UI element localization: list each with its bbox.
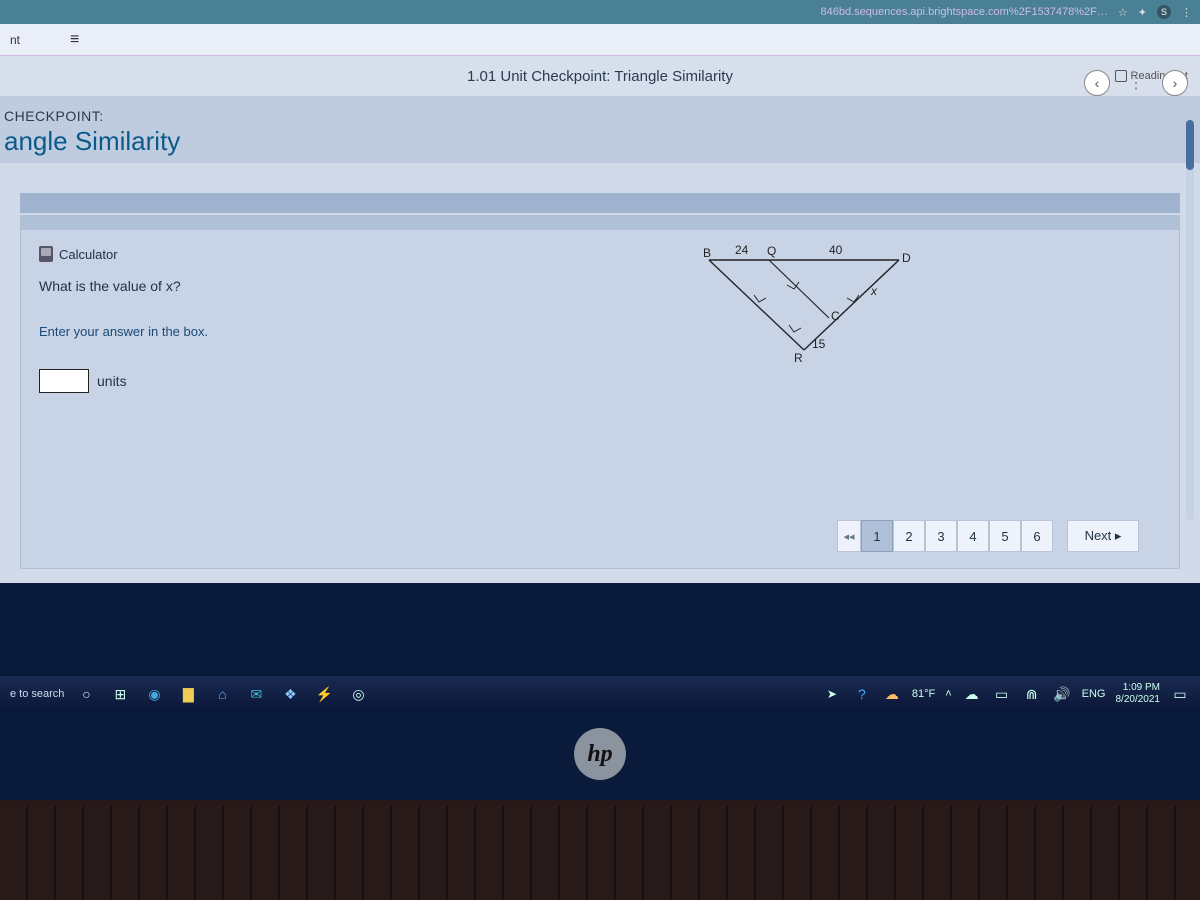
nav-arrows: ‹ ⋮ › bbox=[1084, 70, 1188, 96]
triangle-diagram: B Q D C R 24 40 15 x bbox=[699, 240, 919, 380]
content-wrap: Calculator What is the value of x? Enter… bbox=[0, 163, 1200, 583]
file-explorer-icon[interactable]: ▇ bbox=[178, 684, 198, 704]
pager-page-5[interactable]: 5 bbox=[989, 520, 1021, 552]
nav-prev-button[interactable]: ‹ bbox=[1084, 70, 1110, 96]
dropbox-icon[interactable]: ❖ bbox=[280, 684, 300, 704]
language-label[interactable]: ENG bbox=[1082, 688, 1106, 700]
winamp-icon[interactable]: ⚡ bbox=[314, 684, 334, 704]
profile-icon[interactable]: S bbox=[1157, 5, 1171, 19]
pager-next-button[interactable]: Next ▸ bbox=[1067, 520, 1139, 552]
vertex-C: C bbox=[831, 309, 840, 323]
bookmark-star-icon[interactable]: ☆ bbox=[1118, 6, 1128, 19]
length-QD: 40 bbox=[829, 243, 843, 257]
system-tray: ➤ ? ☁ 81°F ˄ ☁ ▭ ⋒ 🔊 ENG 1:09 PM 8/20/20… bbox=[822, 682, 1190, 706]
volume-icon[interactable]: 🔊 bbox=[1052, 684, 1072, 704]
taskbar-search-text[interactable]: e to search bbox=[10, 688, 64, 700]
vertex-D: D bbox=[902, 251, 911, 265]
task-view-icon[interactable]: ⊞ bbox=[110, 684, 130, 704]
question-card: Calculator What is the value of x? Enter… bbox=[20, 229, 1180, 569]
temperature-label[interactable]: 81°F bbox=[912, 688, 935, 700]
calculator-button[interactable]: Calculator bbox=[39, 246, 1161, 262]
extension-icon[interactable]: ✦ bbox=[1138, 6, 1147, 19]
store-icon[interactable]: ⌂ bbox=[212, 684, 232, 704]
length-RC: 15 bbox=[812, 337, 826, 351]
checkpoint-title: angle Similarity bbox=[4, 126, 1196, 157]
chrome-icon[interactable]: ◎ bbox=[348, 684, 368, 704]
help-icon[interactable]: ? bbox=[852, 684, 872, 704]
checkpoint-label: CHECKPOINT: bbox=[4, 108, 1196, 124]
decorative-band-2 bbox=[20, 215, 1180, 229]
tray-chevron-icon[interactable]: ˄ bbox=[945, 688, 951, 700]
pager-page-3[interactable]: 3 bbox=[925, 520, 957, 552]
clock[interactable]: 1:09 PM 8/20/2021 bbox=[1116, 682, 1161, 706]
pager-page-6[interactable]: 6 bbox=[1021, 520, 1053, 552]
vertical-scrollbar[interactable] bbox=[1186, 120, 1194, 520]
cortana-icon[interactable]: ○ bbox=[76, 684, 96, 704]
edge-icon[interactable]: ◉ bbox=[144, 684, 164, 704]
question-instruction: Enter your answer in the box. bbox=[39, 324, 1161, 339]
cursor-icon[interactable]: ➤ bbox=[822, 684, 842, 704]
pager-page-1[interactable]: 1 bbox=[861, 520, 893, 552]
answer-row: units bbox=[39, 369, 1161, 393]
answer-input[interactable] bbox=[39, 369, 89, 393]
toolbar-row: nt ≡ bbox=[0, 24, 1200, 56]
nav-menu-dots-icon[interactable]: ⋮ bbox=[1128, 73, 1144, 93]
weather-icon[interactable]: ☁ bbox=[882, 684, 902, 704]
calculator-icon bbox=[39, 246, 53, 262]
url-text: 846bd.sequences.api.brightspace.com%2F15… bbox=[8, 6, 1108, 18]
date-label: 8/20/2021 bbox=[1116, 694, 1161, 706]
browser-menu-icon[interactable]: ⋮ bbox=[1181, 6, 1192, 19]
tab-prefix-text: nt bbox=[10, 33, 20, 47]
length-x: x bbox=[870, 284, 878, 298]
vertex-B: B bbox=[703, 246, 711, 260]
assessment-title-bar: 1.01 Unit Checkpoint: Triangle Similarit… bbox=[0, 56, 1200, 96]
scrollbar-thumb[interactable] bbox=[1186, 120, 1194, 170]
battery-icon[interactable]: ▭ bbox=[992, 684, 1012, 704]
hp-logo: hp bbox=[574, 728, 626, 780]
question-pager: ◂◂ 1 2 3 4 5 6 Next ▸ bbox=[837, 520, 1139, 552]
length-BQ: 24 bbox=[735, 243, 749, 257]
nav-next-button[interactable]: › bbox=[1162, 70, 1188, 96]
units-label: units bbox=[97, 373, 127, 389]
pager-page-4[interactable]: 4 bbox=[957, 520, 989, 552]
vertex-Q: Q bbox=[767, 244, 776, 258]
decorative-band bbox=[20, 193, 1180, 213]
notifications-icon[interactable]: ▭ bbox=[1170, 684, 1190, 704]
wifi-icon[interactable]: ⋒ bbox=[1022, 684, 1042, 704]
assessment-title: 1.01 Unit Checkpoint: Triangle Similarit… bbox=[467, 68, 733, 85]
pager-page-2[interactable]: 2 bbox=[893, 520, 925, 552]
mail-icon[interactable]: ✉ bbox=[246, 684, 266, 704]
checkpoint-header: CHECKPOINT: angle Similarity bbox=[0, 96, 1200, 163]
calculator-label: Calculator bbox=[59, 247, 118, 262]
time-label: 1:09 PM bbox=[1116, 682, 1161, 694]
vertex-R: R bbox=[794, 351, 803, 365]
hamburger-icon[interactable]: ≡ bbox=[70, 31, 79, 49]
laptop-keyboard bbox=[0, 800, 1200, 900]
windows-taskbar: e to search ○ ⊞ ◉ ▇ ⌂ ✉ ❖ ⚡ ◎ ➤ ? ☁ 81°F… bbox=[0, 676, 1200, 712]
question-prompt: What is the value of x? bbox=[39, 278, 1161, 294]
onedrive-icon[interactable]: ☁ bbox=[962, 684, 982, 704]
pager-rewind-button[interactable]: ◂◂ bbox=[837, 520, 861, 552]
browser-address-bar: 846bd.sequences.api.brightspace.com%2F15… bbox=[0, 0, 1200, 24]
